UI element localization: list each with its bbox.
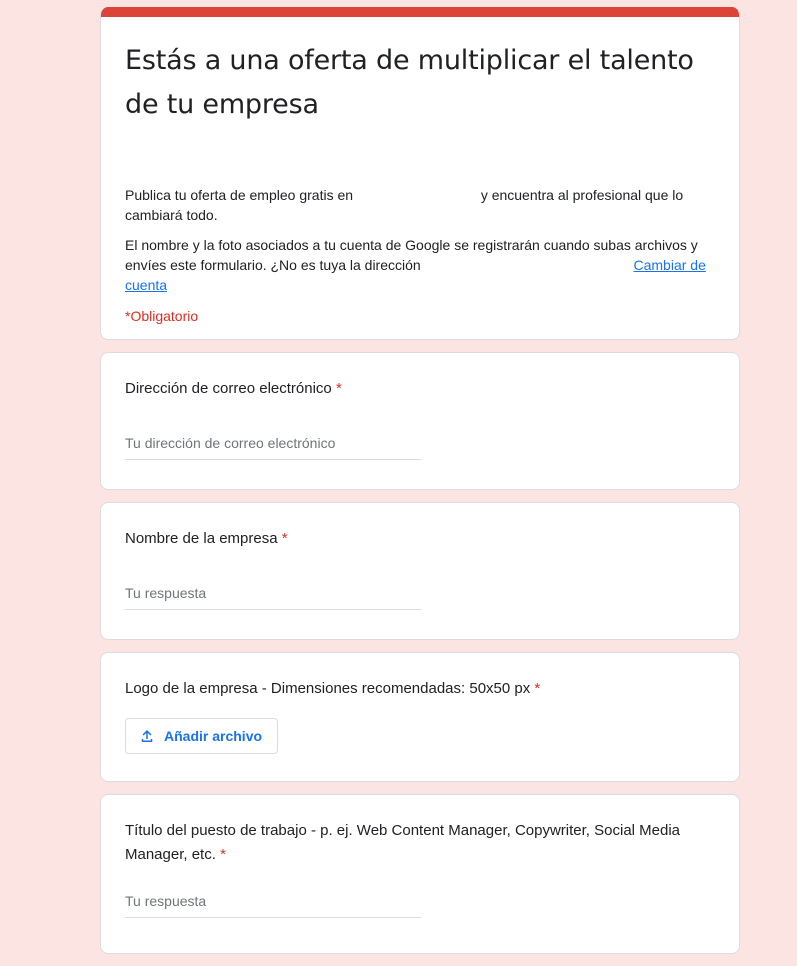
- job-title-input[interactable]: [125, 889, 421, 918]
- question-company-card: Nombre de la empresa *: [100, 502, 740, 640]
- required-asterisk: *: [335, 380, 342, 397]
- header-accent-bar: [101, 7, 739, 17]
- question-title-email: Dirección de correo electrónico *: [125, 380, 342, 397]
- account-notice-text: El nombre y la foto asociados a tu cuent…: [125, 237, 698, 273]
- question-job-title-card: Título del puesto de trabajo - p. ej. We…: [100, 794, 740, 954]
- upload-icon: [141, 730, 153, 742]
- email-input[interactable]: [125, 431, 421, 460]
- required-asterisk: *: [281, 530, 288, 547]
- header-spacer: [125, 127, 715, 185]
- description-part1: Publica tu oferta de empleo gratis en: [125, 187, 354, 203]
- add-file-label: Añadir archivo: [164, 728, 263, 744]
- company-name-input[interactable]: [125, 581, 421, 610]
- question-email-card: Dirección de correo electrónico *: [100, 352, 740, 490]
- question-title-company: Nombre de la empresa *: [125, 530, 288, 547]
- question-title-job: Título del puesto de trabajo - p. ej. We…: [125, 822, 681, 863]
- question-logo-card: Logo de la empresa - Dimensiones recomen…: [100, 652, 740, 782]
- required-asterisk: *: [220, 846, 226, 863]
- account-notice: El nombre y la foto asociados a tu cuent…: [125, 235, 715, 295]
- form-description: Publica tu oferta de empleo gratis en y …: [125, 185, 715, 225]
- form-container: Estás a una oferta de multiplicar el tal…: [100, 7, 740, 966]
- add-file-button[interactable]: Añadir archivo: [125, 718, 279, 754]
- required-note: *Obligatorio: [125, 308, 199, 324]
- form-header-card: Estás a una oferta de multiplicar el tal…: [100, 7, 740, 340]
- question-title-logo: Logo de la empresa - Dimensiones recomen…: [125, 680, 541, 697]
- form-title: Estás a una oferta de multiplicar el tal…: [125, 45, 694, 120]
- required-asterisk: *: [534, 680, 541, 697]
